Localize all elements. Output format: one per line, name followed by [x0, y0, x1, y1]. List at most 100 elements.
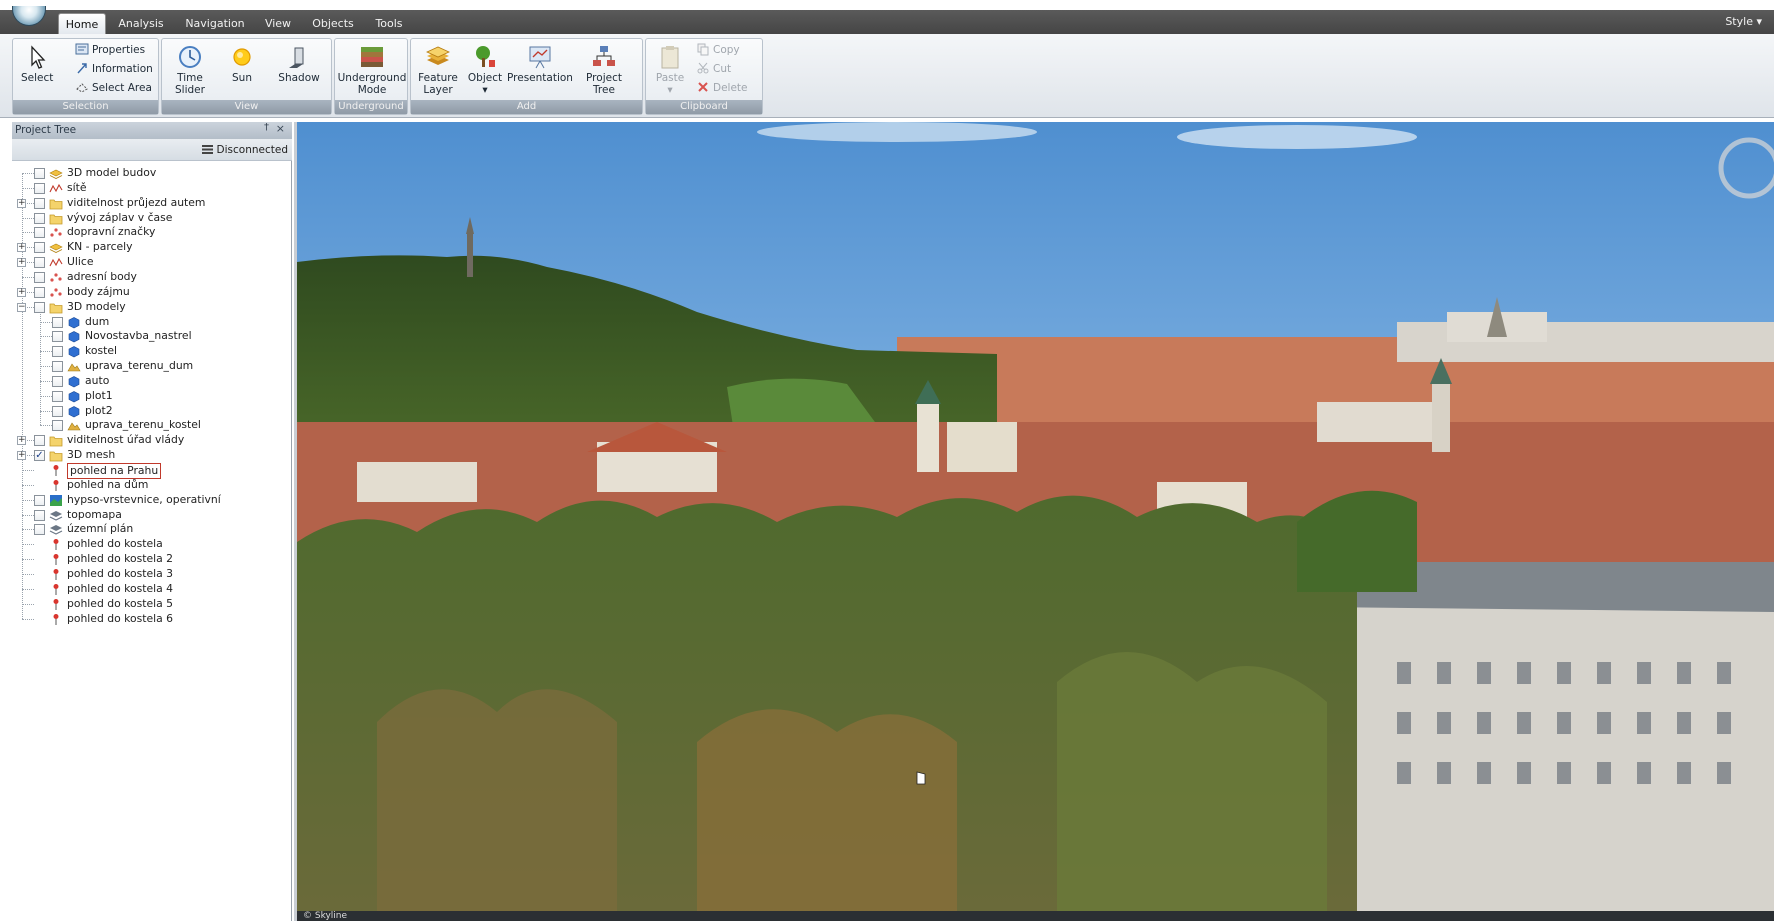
copy-label: Copy: [713, 44, 740, 56]
ribbon: Select Properties Information Select Are…: [0, 34, 1774, 118]
tree-checkbox[interactable]: [34, 494, 45, 506]
tree-checkbox[interactable]: [52, 390, 63, 402]
network-icon: [49, 182, 63, 195]
tree-expander[interactable]: +: [17, 243, 26, 253]
underground-mode-button[interactable]: Underground Mode: [337, 41, 407, 101]
select-button-label: Select: [21, 72, 54, 84]
status-bar: © Skyline: [297, 911, 1774, 921]
connection-status-label: Disconnected: [216, 144, 288, 156]
sun-button[interactable]: Sun: [222, 41, 262, 101]
properties-button[interactable]: Properties: [75, 41, 145, 59]
tree-item[interactable]: pohled do kostela 6: [12, 611, 292, 628]
tree-checkbox[interactable]: [34, 435, 45, 447]
tree-expander[interactable]: −: [17, 302, 26, 312]
tab-analysis[interactable]: Analysis: [114, 13, 168, 34]
tree-checkbox[interactable]: [52, 346, 63, 358]
model-icon: [67, 316, 81, 329]
properties-label: Properties: [92, 44, 146, 56]
ribbon-group-underground: Underground Mode Underground: [334, 38, 408, 115]
tree-checkbox[interactable]: [52, 375, 63, 387]
palace-building: [1337, 602, 1774, 921]
folder-icon: [49, 434, 63, 447]
tree-checkbox[interactable]: [52, 316, 63, 328]
3d-viewport[interactable]: [294, 122, 1774, 921]
tab-tools[interactable]: Tools: [370, 13, 408, 34]
points-icon: [49, 226, 63, 239]
pin-icon[interactable]: †: [264, 122, 269, 133]
tree-checkbox[interactable]: [34, 509, 45, 521]
tree-checkbox[interactable]: [52, 361, 63, 373]
style-menu-label: Style: [1725, 15, 1753, 28]
shadow-label: Shadow: [278, 72, 320, 84]
tree-checkbox[interactable]: [52, 331, 63, 343]
tree-checkbox[interactable]: [52, 420, 63, 432]
select-button[interactable]: Select: [21, 41, 54, 101]
object-dropdown-arrow[interactable]: ▾: [467, 84, 503, 96]
information-arrow-icon: [77, 63, 87, 74]
layer-icon: [49, 241, 63, 254]
tree-checkbox[interactable]: [34, 271, 45, 283]
tree-checkbox[interactable]: [52, 405, 63, 417]
delete-button[interactable]: Delete: [696, 79, 748, 97]
ribbon-group-label-selection: Selection: [13, 100, 158, 114]
tree-checkbox[interactable]: [34, 242, 45, 254]
folder-icon: [49, 301, 63, 314]
tree-expander[interactable]: +: [17, 451, 26, 461]
shadow-button[interactable]: Shadow: [274, 41, 324, 101]
tree-checkbox[interactable]: [34, 197, 45, 209]
tree-expander[interactable]: +: [17, 436, 26, 446]
connection-status-button[interactable]: Disconnected: [201, 142, 288, 158]
tree-checkbox[interactable]: [34, 182, 45, 194]
ribbon-group-label-underground: Underground: [335, 100, 407, 114]
tree-checkbox[interactable]: [34, 286, 45, 298]
cursor-arrow-icon: [31, 45, 46, 69]
tree-checkbox[interactable]: [34, 212, 45, 224]
project-tree-panel: Project Tree † × Disconnected 3D model b…: [12, 122, 292, 921]
sun-label: Sun: [232, 72, 252, 84]
select-area-button[interactable]: Select Area: [75, 79, 152, 97]
paste-dropdown-arrow[interactable]: ▾: [650, 84, 690, 96]
time-slider-button[interactable]: Time Slider: [168, 41, 212, 101]
tree-expander[interactable]: +: [17, 258, 26, 268]
pin-icon: [49, 538, 63, 551]
tree-checkbox[interactable]: ✓: [34, 450, 45, 462]
tree-expander[interactable]: +: [17, 198, 26, 208]
paste-label: Paste: [655, 72, 685, 84]
information-button[interactable]: Information: [75, 60, 153, 78]
pin-icon: [49, 583, 63, 596]
tree-checkbox[interactable]: [34, 301, 45, 313]
app-window: Home Analysis Navigation View Objects To…: [0, 0, 1774, 921]
stack-icon: [49, 509, 63, 522]
tree-checkbox[interactable]: [34, 227, 45, 239]
presentation-button[interactable]: Presentation: [507, 41, 573, 101]
model-icon: [67, 345, 81, 358]
copy-button[interactable]: Copy: [696, 41, 740, 59]
paste-button[interactable]: Paste ▾: [650, 41, 690, 101]
style-menu[interactable]: Style ▾: [1725, 15, 1762, 28]
model-icon: [67, 405, 81, 418]
model-icon: [67, 330, 81, 343]
panel-close-button[interactable]: ×: [276, 122, 285, 135]
stack-icon: [49, 523, 63, 536]
ribbon-group-view: Time Slider Sun Shadow View: [161, 38, 332, 115]
information-label: Information: [92, 63, 153, 75]
feature-layer-label-line2: Layer: [423, 84, 453, 96]
select-area-icon: [76, 83, 88, 93]
tab-navigation[interactable]: Navigation: [182, 13, 248, 34]
project-tree-label-line1: Project: [586, 72, 622, 84]
tree-checkbox[interactable]: [34, 257, 45, 269]
presentation-icon: [529, 46, 551, 69]
tab-view[interactable]: View: [260, 13, 296, 34]
feature-layer-icon: [426, 46, 450, 65]
tree-checkbox[interactable]: [34, 524, 45, 536]
tree-expander[interactable]: +: [17, 287, 26, 297]
cut-button[interactable]: Cut: [696, 60, 731, 78]
tree-checkbox[interactable]: [34, 168, 45, 179]
project-tree-button[interactable]: Project Tree: [579, 41, 629, 101]
pin-icon: [49, 598, 63, 611]
project-tree-title: Project Tree: [12, 122, 292, 139]
tab-objects[interactable]: Objects: [310, 13, 356, 34]
feature-layer-button[interactable]: Feature Layer: [415, 41, 461, 101]
tab-home[interactable]: Home: [58, 13, 106, 34]
object-button[interactable]: Object ▾: [467, 41, 503, 101]
